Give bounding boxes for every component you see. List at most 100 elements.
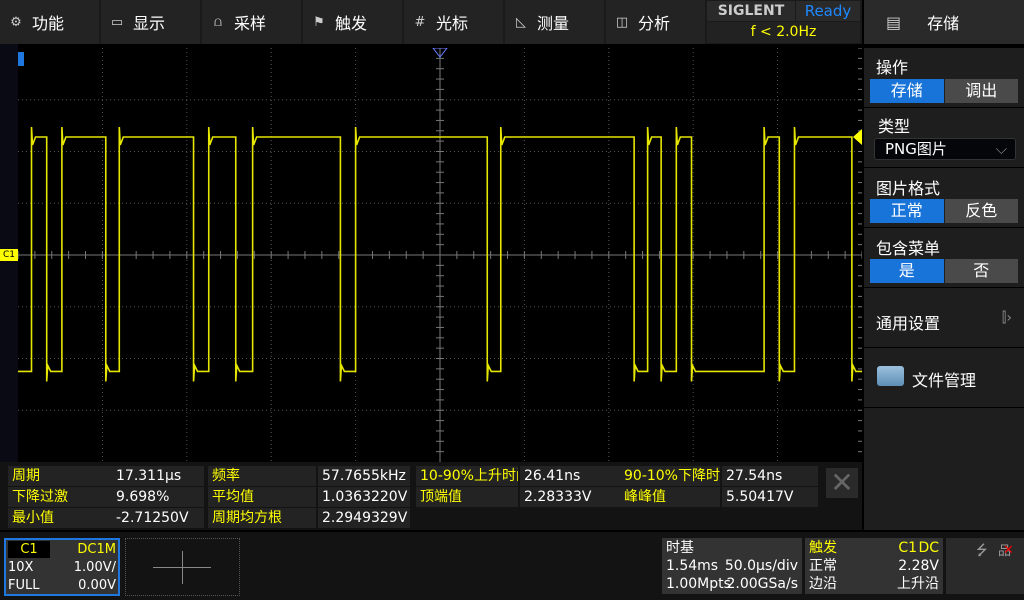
measurement-value: 57.7655kHz bbox=[318, 466, 410, 486]
measurement-label: 频率 bbox=[208, 466, 316, 486]
type-value: PNG图片 bbox=[885, 140, 947, 158]
file-manager-label: 文件管理 bbox=[912, 371, 977, 390]
run-status[interactable]: Ready bbox=[796, 1, 860, 21]
measurement-table: 周期17.311µs频率57.7655kHz10-90%上升时间26.41ns9… bbox=[0, 462, 862, 530]
save-option[interactable]: 存储 bbox=[870, 79, 944, 103]
gear-icon: ⚙ bbox=[10, 14, 22, 30]
trigger-level-marker[interactable] bbox=[853, 129, 862, 146]
monitor-icon: ▭ bbox=[110, 14, 124, 30]
menu-analysis[interactable]: ◫ 分析 bbox=[606, 0, 705, 44]
measurement-value: 2.2949329V bbox=[318, 508, 410, 528]
close-measurements-button[interactable]: ✕ bbox=[826, 468, 858, 498]
operation-section: 操作 存储 调出 bbox=[864, 48, 1024, 108]
analysis-icon: ◫ bbox=[615, 14, 629, 30]
format-toggle: 正常 反色 bbox=[870, 199, 1018, 223]
waveform-display[interactable] bbox=[17, 47, 863, 462]
menu-label: 测量 bbox=[537, 14, 570, 33]
submenu-arrow-icon: ⫿› bbox=[1001, 310, 1012, 326]
menu-label: 分析 bbox=[638, 14, 671, 33]
menu-label: 采样 bbox=[234, 14, 267, 33]
sample-icon: ⩍ bbox=[213, 14, 223, 30]
trigger-type: 边沿 bbox=[809, 576, 837, 592]
chevron-down-icon: ⌵ bbox=[995, 140, 1007, 158]
measurement-value: 5.50417V bbox=[722, 487, 818, 507]
time-per-div: 50.0µs/div bbox=[724, 558, 798, 574]
menu-label: 功能 bbox=[32, 14, 65, 33]
type-dropdown[interactable]: PNG图片 ⌵ bbox=[874, 138, 1016, 160]
no-option[interactable]: 否 bbox=[944, 259, 1018, 283]
measurement-value: 1.0363220V bbox=[318, 487, 410, 507]
ruler-triangle-icon: ◺ bbox=[516, 14, 526, 30]
menu-flag[interactable]: ⚑ 触发 bbox=[303, 0, 402, 44]
operation-label: 操作 bbox=[876, 58, 909, 77]
trigger-level: 2.28V bbox=[898, 558, 939, 574]
bandwidth-limit: FULL bbox=[8, 578, 40, 593]
channel-1-box[interactable]: C1 DC1M 10X 1.00V/ FULL 0.00V bbox=[4, 538, 120, 596]
include-menu-toggle: 是 否 bbox=[870, 259, 1018, 283]
invert-option[interactable]: 反色 bbox=[944, 199, 1018, 223]
plus-icon bbox=[182, 551, 183, 584]
format-section: 图片格式 正常 反色 bbox=[864, 168, 1024, 228]
menu-label: 显示 bbox=[133, 14, 166, 33]
measurement-label: 下降过激 bbox=[8, 487, 112, 507]
brand-logo: SIGLENT bbox=[707, 1, 795, 21]
general-settings-button[interactable]: 通用设置 ⫿› bbox=[864, 288, 1024, 348]
recall-option[interactable]: 调出 bbox=[944, 79, 1018, 103]
measurement-value: -2.71250V bbox=[112, 508, 204, 528]
measurement-label: 峰峰值 bbox=[620, 487, 720, 507]
panel-title: 存储 bbox=[927, 14, 960, 33]
probe-ratio: 10X bbox=[8, 560, 34, 575]
yes-option[interactable]: 是 bbox=[870, 259, 944, 283]
trigger-box[interactable]: 触发 C1 DC 正常 2.28V 边沿 上升沿 bbox=[805, 538, 943, 594]
menu-cursor-grid[interactable]: # 光标 bbox=[404, 0, 503, 44]
trigger-source: C1 bbox=[898, 540, 917, 556]
connection-status: ⭍ 品 ✕ bbox=[946, 538, 1024, 594]
timebase-delay: 1.54ms bbox=[666, 558, 719, 574]
flag-icon: ⚑ bbox=[313, 14, 325, 30]
menu-label: 触发 bbox=[335, 14, 368, 33]
format-label: 图片格式 bbox=[876, 179, 941, 198]
waveform-svg bbox=[17, 47, 863, 462]
channel-1-marker[interactable]: C1 bbox=[0, 249, 18, 261]
measurement-value: 9.698% bbox=[112, 487, 204, 507]
time-offset-marker[interactable] bbox=[18, 52, 24, 66]
type-label: 类型 bbox=[878, 117, 911, 136]
menu-sample[interactable]: ⩍ 采样 bbox=[202, 0, 301, 44]
general-settings-label: 通用设置 bbox=[876, 314, 941, 333]
trigger-label: 触发 bbox=[809, 540, 837, 556]
memory-depth: 1.00Mpts bbox=[666, 576, 731, 592]
include-menu-label: 包含菜单 bbox=[876, 239, 941, 258]
measurement-label: 最小值 bbox=[8, 508, 112, 528]
menu-label: 光标 bbox=[436, 14, 469, 33]
status-box: SIGLENT Ready f < 2.0Hz bbox=[705, 0, 862, 44]
measurement-value: 26.41ns bbox=[520, 466, 620, 486]
normal-option[interactable]: 正常 bbox=[870, 199, 944, 223]
channel-name: C1 bbox=[8, 541, 50, 558]
menu-ruler-triangle[interactable]: ◺ 测量 bbox=[505, 0, 604, 44]
trigger-slope: 上升沿 bbox=[897, 576, 939, 592]
channel-coupling: DC1M bbox=[77, 542, 116, 557]
file-manager-button[interactable]: 文件管理 bbox=[864, 348, 1024, 408]
sample-rate: 2.00GSa/s bbox=[726, 576, 799, 592]
panel-header: ▤ 存储 bbox=[864, 0, 1024, 44]
trigger-coupling: DC bbox=[918, 540, 939, 556]
include-menu-section: 包含菜单 是 否 bbox=[864, 228, 1024, 288]
network-disconnected-icon: 品 ✕ bbox=[998, 543, 1014, 559]
measurement-label: 周期均方根 bbox=[208, 508, 316, 528]
menu-gear[interactable]: ⚙ 功能 bbox=[0, 0, 99, 44]
measurement-label: 周期 bbox=[8, 466, 112, 486]
operation-toggle: 存储 调出 bbox=[870, 79, 1018, 103]
save-icon: ▤ bbox=[886, 12, 902, 32]
save-panel: 操作 存储 调出 类型 PNG图片 ⌵ 图片格式 正常 反色 包含菜单 是 否 通… bbox=[864, 48, 1024, 530]
measurement-label: 顶端值 bbox=[416, 487, 518, 507]
timebase-label: 时基 bbox=[666, 540, 694, 556]
timebase-box[interactable]: 时基 1.54ms 50.0µs/div 1.00Mpts 2.00GSa/s bbox=[662, 538, 802, 594]
folder-icon bbox=[877, 366, 904, 386]
measurement-label: 平均值 bbox=[208, 487, 316, 507]
menu-monitor[interactable]: ▭ 显示 bbox=[101, 0, 200, 44]
add-channel-button[interactable] bbox=[125, 538, 240, 596]
usb-icon: ⭍ bbox=[976, 543, 988, 559]
trigger-frequency: f < 2.0Hz bbox=[707, 22, 860, 43]
channel-offset: 0.00V bbox=[78, 578, 116, 593]
trigger-mode: 正常 bbox=[809, 558, 837, 574]
